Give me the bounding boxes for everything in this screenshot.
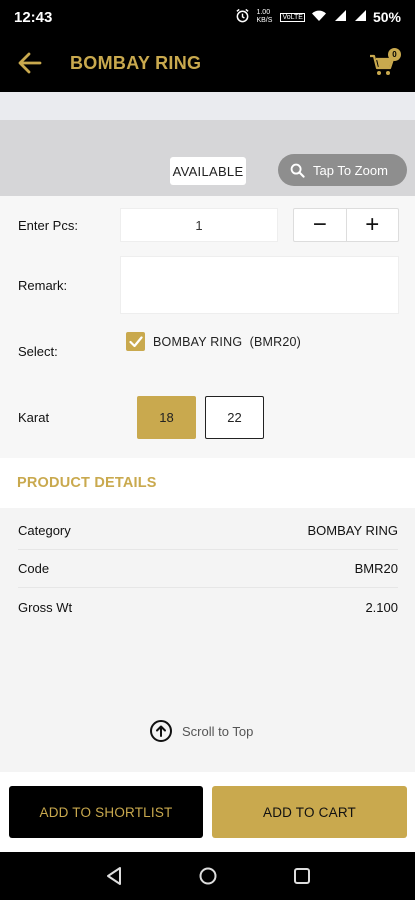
zoom-label: Tap To Zoom [313,162,388,178]
network-speed: 1.00 KB/S [256,9,273,24]
pcs-label: Enter Pcs: [18,218,78,233]
increment-button[interactable]: + [347,209,399,241]
check-icon [128,335,143,347]
status-icons: 1.00 KB/S VoLTE 50% [235,8,401,26]
order-form: Enter Pcs: 1 − + Remark: Select: BOMBAY … [0,196,415,458]
app-bar: BOMBAY RING 0 [0,34,415,92]
add-to-cart-button[interactable]: ADD TO CART [212,786,407,838]
select-option-label: BOMBAY RING (BMR20) [153,334,302,349]
nav-recents-icon[interactable] [290,864,314,888]
alarm-icon [235,8,250,26]
detail-row-code: Code BMR20 [18,550,398,588]
detail-value: 2.100 [365,599,398,615]
detail-row-category: Category BOMBAY RING [18,512,398,550]
select-option-row[interactable]: BOMBAY RING (BMR20) [126,332,301,351]
pcs-input[interactable]: 1 [120,208,278,242]
karat-option-18[interactable]: 18 [137,396,196,439]
decrement-button[interactable]: − [294,209,347,241]
detail-row-gross-wt: Gross Wt 2.100 [18,588,398,626]
quantity-stepper: − + [293,208,399,242]
status-bar: 12:43 1.00 KB/S VoLTE 50% [0,0,415,34]
detail-value: BOMBAY RING [307,523,398,538]
cart-button[interactable]: 0 [369,48,401,78]
availability-badge: AVAILABLE [170,157,246,185]
remark-label: Remark: [18,278,68,293]
detail-value: BMR20 [354,561,398,576]
scroll-to-top-button[interactable]: Scroll to Top [150,720,253,742]
back-arrow-icon [18,52,42,74]
remark-input[interactable] [120,256,399,314]
add-to-shortlist-button[interactable]: ADD TO SHORTLIST [9,786,203,838]
cart-count-badge: 0 [388,48,401,61]
status-time: 12:43 [14,8,53,26]
wifi-icon [311,9,327,25]
volte-badge: VoLTE [280,12,305,22]
karat-option-22[interactable]: 22 [205,396,264,439]
nav-home-icon[interactable] [196,864,220,888]
signal-icon [333,9,347,25]
tap-to-zoom-button[interactable]: Tap To Zoom [278,154,407,186]
select-checkbox[interactable] [126,332,145,351]
signal-icon-2 [353,9,367,25]
back-button[interactable] [16,49,44,77]
system-nav-bar [0,852,415,900]
select-label: Select: [18,344,58,359]
page-title: BOMBAY RING [70,52,202,73]
nav-back-icon[interactable] [102,864,126,888]
search-icon [290,163,305,178]
karat-label: Karat [18,410,50,425]
detail-label: Gross Wt [18,599,73,615]
scroll-to-top-label: Scroll to Top [182,723,254,739]
arrow-up-circle-icon [150,720,172,742]
product-details-header: PRODUCT DETAILS [0,458,415,508]
detail-label: Code [18,561,50,576]
bottom-action-bar: ADD TO SHORTLIST ADD TO CART [0,772,415,852]
battery-percent: 50% [372,9,401,25]
detail-label: Category [18,523,71,538]
